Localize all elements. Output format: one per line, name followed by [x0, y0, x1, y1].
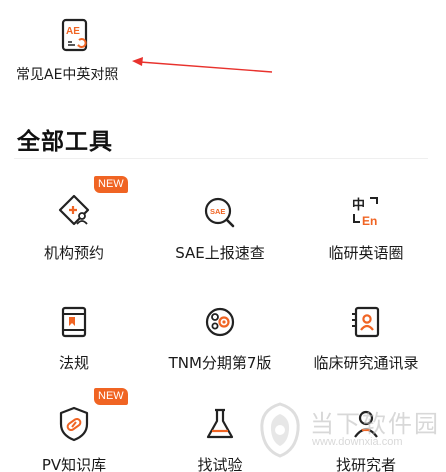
watermark-title: 当下软件园 [310, 410, 440, 438]
tool-label: TNM分期第7版 [168, 354, 272, 372]
institution-appointment-icon [58, 194, 90, 226]
tool-tnm-staging[interactable]: TNM分期第7版 [146, 274, 294, 374]
new-badge: NEW [94, 176, 128, 193]
tool-label: 临研英语圈 [328, 244, 404, 262]
section-divider [14, 158, 428, 159]
recent-tool-label: 常见AE中英对照 [16, 67, 119, 83]
tool-label: 法规 [58, 354, 89, 372]
tool-sae-lookup[interactable]: SAE SAE上报速查 [146, 164, 294, 264]
svg-text:AE: AE [66, 26, 80, 37]
svg-text:中: 中 [352, 197, 365, 213]
tool-institution-appointment[interactable]: NEW 机构预约 [0, 164, 148, 264]
tool-regulations[interactable]: 法规 [0, 274, 148, 374]
pv-shield-icon [59, 406, 89, 442]
tool-clinical-english[interactable]: 中 En 临研英语圈 [292, 164, 440, 264]
new-badge: NEW [94, 388, 128, 405]
section-title: 全部工具 [17, 129, 113, 155]
sae-search-icon: SAE [204, 197, 235, 228]
watermark-logo-icon [260, 402, 300, 458]
regulation-book-icon [61, 306, 87, 338]
chinese-english-icon: 中 En [352, 197, 378, 228]
tool-pv-knowledge[interactable]: NEW PV知识库 [0, 376, 148, 472]
svg-text:En: En [362, 214, 377, 228]
recent-tool-ae-glossary[interactable]: AE 常见AE中英对照 [14, 16, 139, 86]
tnm-staging-icon [205, 307, 235, 337]
tool-label: 临床研究通讯录 [313, 354, 419, 372]
annotation-arrow [132, 57, 273, 73]
tool-label: SAE上报速查 [175, 244, 265, 262]
tool-label: PV知识库 [41, 456, 107, 472]
watermark: 当下软件园 www.downxia.com [258, 398, 446, 464]
watermark-url: www.downxia.com [312, 436, 403, 448]
ae-document-icon: AE [61, 18, 88, 52]
tool-contacts[interactable]: 临床研究通讯录 [292, 274, 440, 374]
tool-label: 机构预约 [43, 244, 104, 262]
flask-icon [206, 408, 234, 439]
tools-page: AE 常见AE中英对照 全部工具 NEW 机构预约 SAE SAE上报速查 中 … [0, 0, 446, 472]
contacts-icon [352, 306, 380, 338]
svg-text:SAE: SAE [210, 207, 225, 216]
